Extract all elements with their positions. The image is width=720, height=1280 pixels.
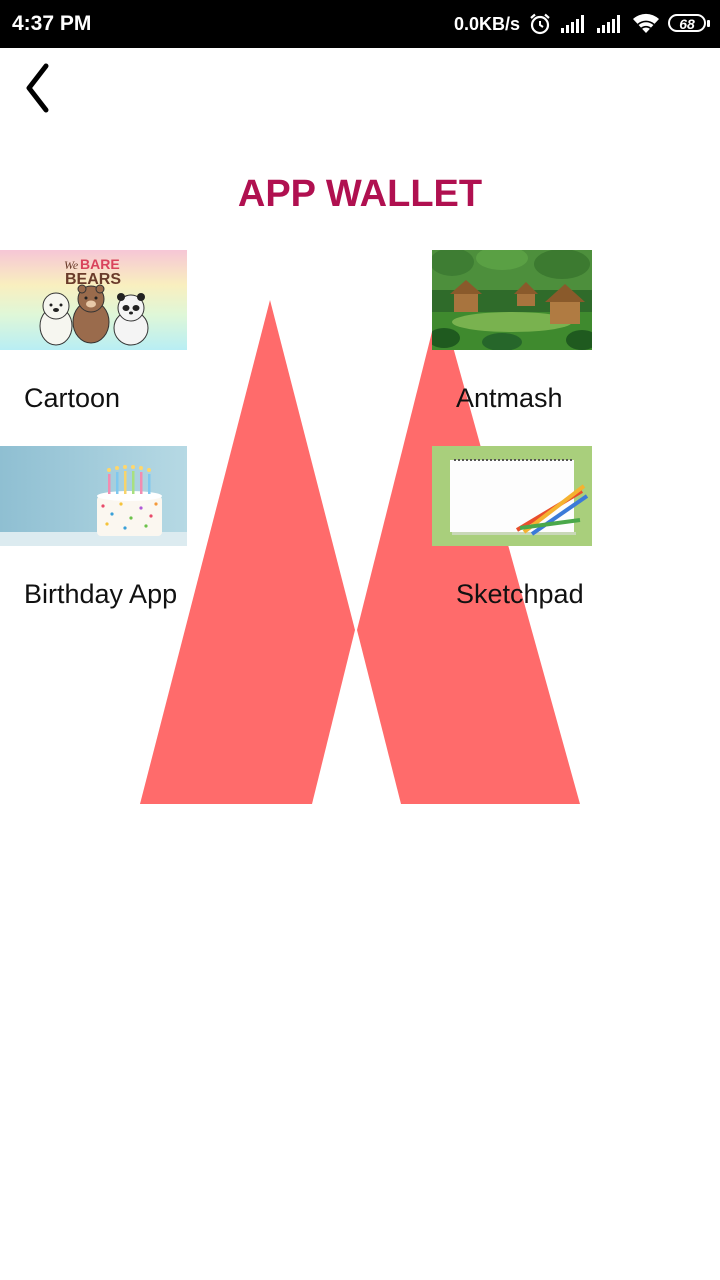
app-tile-antmash[interactable]: Antmash xyxy=(432,250,592,413)
logo-right-peak xyxy=(357,300,580,804)
app-label-sketchpad: Sketchpad xyxy=(456,579,584,609)
battery-cap xyxy=(707,20,710,27)
antmash-thumbnail xyxy=(432,250,592,350)
wifi-icon xyxy=(633,13,659,33)
status-time: 4:37 PM xyxy=(12,12,92,35)
app-tile-sketchpad[interactable]: Sketchpad xyxy=(432,446,592,609)
chevron-left-icon xyxy=(26,63,49,113)
logo-left-peak xyxy=(140,300,355,804)
signal-icon xyxy=(597,15,620,33)
alarm-icon xyxy=(530,13,550,35)
status-icons: 0.0KB/s 68 xyxy=(454,10,710,38)
thumb-text-bare: BARE xyxy=(80,256,120,272)
app-label-cartoon: Cartoon xyxy=(24,383,121,413)
thumb-text-we: We xyxy=(64,258,79,272)
status-bar: 4:37 PM 0.0KB/s 68 xyxy=(0,0,720,48)
signal-icon xyxy=(561,15,584,33)
sketchpad-thumbnail xyxy=(432,446,592,546)
page-title: APP WALLET xyxy=(237,173,483,215)
battery-icon: 68 xyxy=(668,14,710,34)
app-label-antmash: Antmash xyxy=(456,383,563,413)
app-label-birthday: Birthday App xyxy=(24,579,178,609)
app-tile-cartoon[interactable]: We BARE BEARS Cartoon xyxy=(0,250,187,413)
network-speed: 0.0KB/s xyxy=(453,14,520,34)
app-tile-birthday[interactable]: Birthday App xyxy=(0,446,187,609)
battery-level: 68 xyxy=(679,16,695,32)
cartoon-thumbnail: We BARE BEARS xyxy=(0,250,187,350)
back-button[interactable] xyxy=(18,58,62,118)
birthday-thumbnail xyxy=(0,446,187,546)
thumb-text-bears: BEARS xyxy=(65,271,121,288)
